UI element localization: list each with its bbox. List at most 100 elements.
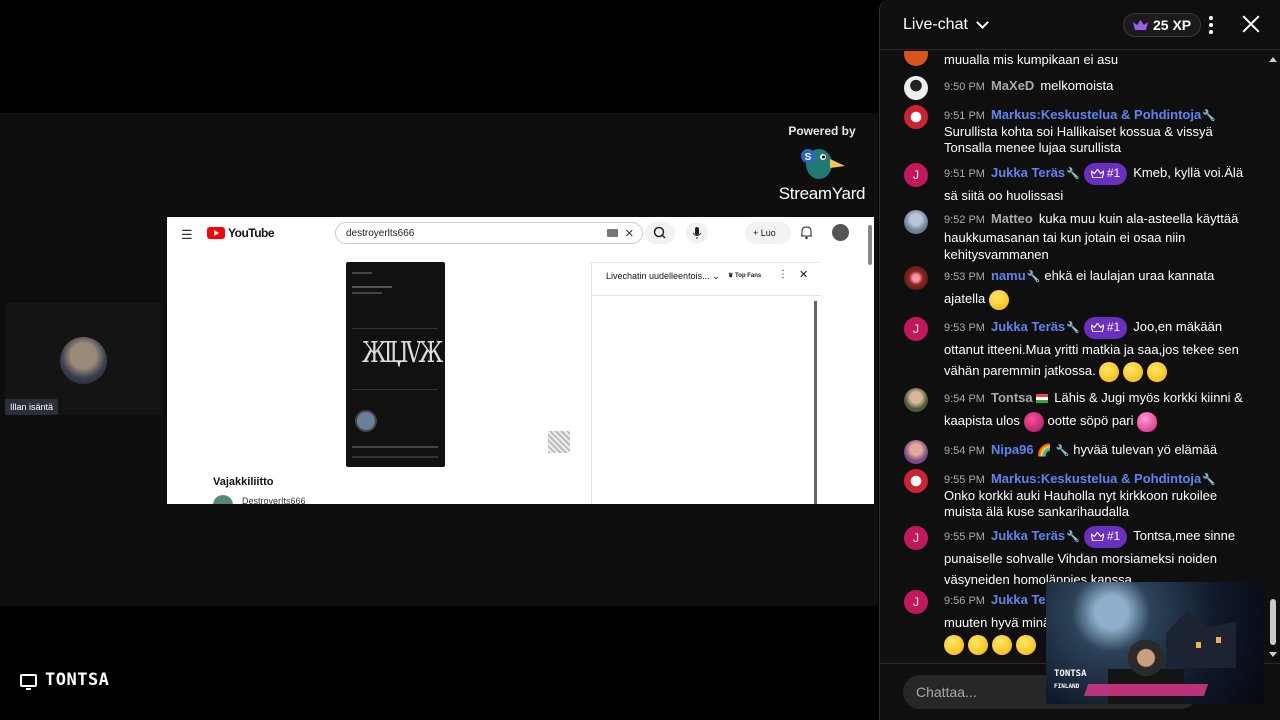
badge-rank: #1: [1106, 320, 1121, 335]
video-player: ЖIЏVЖ: [346, 262, 445, 467]
member-badge: #1: [1083, 316, 1128, 339]
user-avatar: [904, 388, 928, 412]
yt-livechat-scrollbar: [814, 301, 817, 504]
chat-message: 9:53 PM namu🔧 ehkä ei laulajan uraa kannat…: [904, 265, 1244, 310]
member-badge: #1: [1083, 162, 1128, 185]
message-text: melkomoista: [1040, 78, 1114, 93]
divider: [592, 295, 821, 296]
youtube-play-icon: [207, 227, 225, 239]
avatar-letter: J: [913, 322, 919, 336]
top-fans-text: Top Fans: [735, 273, 762, 279]
chat-message: 9:52 PM Matteo kuka muu kuin ala-asteella …: [904, 209, 1244, 263]
user-avatar: J: [904, 526, 928, 550]
xp-value: 25 XP: [1153, 17, 1192, 33]
message-author[interactable]: Jukka Teräs: [991, 319, 1065, 334]
bell-icon: [801, 226, 812, 240]
message-text: Surullista kohta soi Hallikaiset kossua …: [944, 124, 1213, 155]
xp-badge[interactable]: 25 XP: [1123, 13, 1202, 37]
yt-livechat-header: Livechatin uudelleentois... ⌄: [606, 271, 720, 281]
band-logo-art: ЖIЏVЖ: [352, 328, 443, 390]
message-text: muuten hyvä minä: [944, 615, 1051, 630]
crown-icon: [1090, 532, 1104, 542]
more-icon: ⋮: [778, 269, 788, 280]
moderator-wrench-icon: 🔧: [1026, 271, 1041, 283]
monster-emoji-icon: [1023, 411, 1044, 432]
message-author[interactable]: Jukka Teräs: [991, 528, 1065, 543]
grin-emoji-icon: [1147, 361, 1168, 382]
message-author[interactable]: Matteo: [991, 211, 1033, 226]
phone-status: [352, 272, 372, 274]
message-time: 9:54 PM: [944, 445, 985, 457]
user-avatar: [904, 105, 928, 129]
message-author[interactable]: Jukka Teräs: [991, 165, 1065, 180]
yt-search-field: destroyerlts666 ✕: [335, 222, 643, 244]
rainbow-icon: 🌈: [1036, 443, 1052, 457]
name-banner: [1083, 684, 1209, 696]
phone-progress: [352, 446, 438, 448]
moderator-wrench-icon: 🔧: [1202, 110, 1216, 122]
message-time: 9:51 PM: [944, 168, 985, 180]
chat-scrollbar[interactable]: [1267, 51, 1279, 663]
message-author[interactable]: Jukka Ter: [991, 592, 1051, 607]
smirk-emoji-icon: [988, 289, 1009, 310]
yt-livechat-panel: Livechatin uudelleentois... ⌄ ♛ Top Fans…: [591, 262, 821, 504]
crown-icon: [1090, 323, 1104, 333]
user-avatar: [904, 266, 928, 290]
phone-subtitle-line: [352, 292, 382, 294]
shared-screen: ☰ YouTube destroyerlts666 ✕ + Luo ЖIЏVЖ …: [167, 217, 874, 504]
chat-header: Live-chat 25 XP: [880, 0, 1280, 50]
message-author[interactable]: Nipa96: [991, 442, 1034, 457]
user-avatar: [904, 210, 928, 234]
message-author[interactable]: Tontsa: [991, 390, 1033, 405]
pink-poop-emoji-icon: [1137, 411, 1158, 432]
phone-controls: [352, 456, 438, 458]
badge-rank: #1: [1106, 166, 1121, 181]
rofl-emoji-icon: [1099, 361, 1120, 382]
avatar-letter: J: [913, 168, 919, 182]
user-avatar: [904, 76, 928, 100]
message-time: 9:54 PM: [944, 393, 985, 405]
chat-mode-dropdown[interactable]: Live-chat: [903, 16, 989, 34]
svg-text:S: S: [805, 152, 812, 163]
keyboard-icon: [607, 229, 618, 237]
youtube-wordmark: YouTube: [228, 226, 275, 240]
scroll-thumb[interactable]: [1270, 599, 1276, 645]
message-text-continued: ootte söpö pari: [1047, 413, 1134, 428]
message-time: 9:52 PM: [944, 214, 985, 226]
yt-livechat-title: Livechatin uudelleentois...: [606, 271, 710, 281]
streamyard-branding: Powered by S StreamYard: [772, 124, 872, 204]
user-avatar: J: [904, 163, 928, 187]
message-author[interactable]: Markus:Keskustelua & Pohdintoja: [991, 107, 1201, 122]
message-author[interactable]: namu: [991, 268, 1026, 283]
message-text: kuka muu kuin ala-asteella käyttää haukk…: [944, 211, 1239, 262]
close-chat-button[interactable]: [1242, 15, 1260, 33]
yt-create-label: Luo: [760, 228, 776, 238]
message-time: 9:53 PM: [944, 271, 985, 283]
message-author[interactable]: Markus:Keskustelua & Pohdintoja: [991, 471, 1201, 486]
user-avatar: J: [904, 590, 928, 614]
joy-emoji-icon: [1123, 361, 1144, 382]
chat-message: J 9:53 PM Jukka Teräs🔧 #1 Joo,en mäkään ott…: [904, 316, 1244, 382]
scroll-down-icon[interactable]: [1269, 652, 1277, 657]
scroll-up-icon[interactable]: [1269, 57, 1277, 62]
streamyard-logo-icon: S: [799, 144, 845, 182]
rofl-emoji-icon: [968, 634, 988, 655]
message-time: 9:56 PM: [944, 595, 985, 607]
moderator-wrench-icon: 🔧: [1055, 445, 1070, 457]
yt-scrollbar: [868, 225, 872, 265]
message-author[interactable]: MaXeD: [991, 78, 1034, 93]
more-options-icon[interactable]: [1205, 14, 1217, 36]
moderator-wrench-icon: 🔧: [1066, 322, 1080, 334]
qr-code: [548, 431, 570, 453]
lit-window: [1216, 637, 1221, 643]
grin-emoji-icon: [1016, 634, 1036, 655]
message-text: Onko korkki auki Hauholla nyt kirkkoon r…: [944, 488, 1218, 519]
presenter-name-label: Illan isäntä: [5, 399, 59, 415]
channel-name: DestroyerIts666: [242, 496, 306, 504]
moderator-wrench-icon: 🔧: [1066, 531, 1080, 543]
menu-icon: ☰: [181, 227, 193, 242]
user-avatar: [904, 440, 928, 464]
chat-messages: muualla mis kumpikaan ei asu 9:50 PM MaXe…: [880, 51, 1270, 663]
user-avatar: [904, 469, 928, 493]
user-avatar: [904, 51, 928, 66]
